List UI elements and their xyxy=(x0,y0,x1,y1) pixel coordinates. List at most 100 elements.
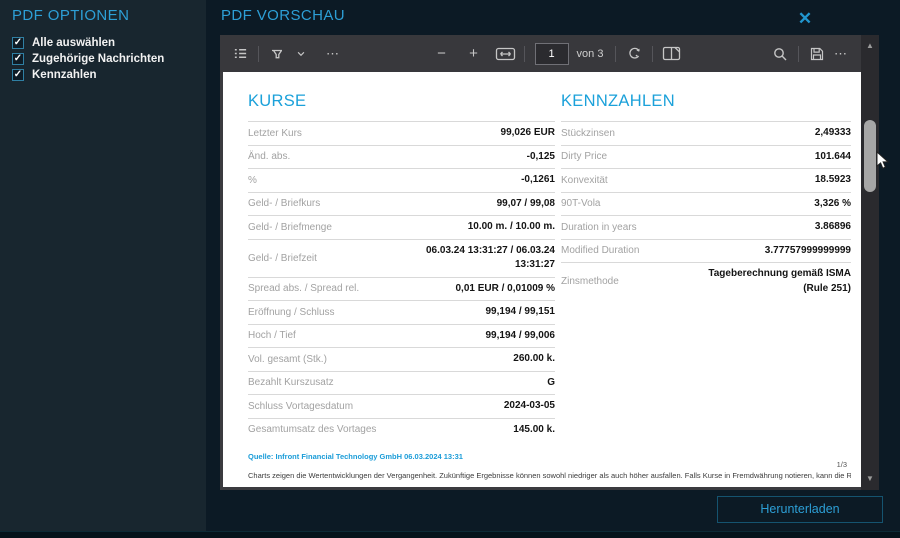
dialog-title: PDF VORSCHAU xyxy=(221,7,345,24)
section-title-kennzahlen: KENNZAHLEN xyxy=(561,92,675,110)
save-button[interactable] xyxy=(805,42,829,66)
field-label: Dirty Price xyxy=(561,151,608,163)
zoom-out-button[interactable]: − xyxy=(430,42,454,66)
table-row: Modified Duration 3.77757999999999 xyxy=(561,238,851,263)
field-label: Letzter Kurs xyxy=(248,127,302,139)
field-value: 260.00 k. xyxy=(513,353,555,364)
more-options-button[interactable]: ⋯ xyxy=(829,42,853,66)
fit-width-button[interactable] xyxy=(494,42,518,66)
scroll-up-button[interactable]: ▲ xyxy=(861,39,879,53)
field-value: 99,194 / 99,006 xyxy=(485,329,555,341)
field-value: 2,49333 xyxy=(814,127,851,138)
table-row: Zinsmethode Tageberechnung gemäß ISMA (Ru… xyxy=(561,262,851,300)
table-row: Gesamtumsatz des Vortages 145.00 k. xyxy=(248,417,555,442)
option-kennzahlen[interactable]: ✓ Kennzahlen xyxy=(12,68,97,82)
field-value: 99,026 EUR xyxy=(500,127,555,138)
viewer-toolbar: ⋯ − + von 3 xyxy=(220,35,861,72)
toolbar-separator xyxy=(258,45,259,62)
field-value: 3,326 % xyxy=(814,197,851,209)
field-label: Bezahlt Kurszusatz xyxy=(248,377,334,389)
field-value: 99,194 / 99,151 xyxy=(485,306,555,317)
option-label: Alle auswählen xyxy=(32,37,116,49)
table-row: Schluss Vortagesdatum 2024-03-05 xyxy=(248,394,555,418)
source-line: Quelle: Infront Financial Technology Gmb… xyxy=(248,452,463,461)
outline-icon xyxy=(234,49,246,58)
two-pages-icon xyxy=(662,46,681,61)
field-label: Vol. gesamt (Stk.) xyxy=(248,353,327,365)
table-row: Geld- / Briefkurs 99,07 / 99,08 xyxy=(248,191,555,216)
select-tool-icon xyxy=(272,49,283,58)
more-tools-button[interactable]: ⋯ xyxy=(321,42,345,66)
field-label: Modified Duration xyxy=(561,245,640,257)
field-label: Änd. abs. xyxy=(248,151,291,163)
viewer-scrollbar[interactable]: ▲ ▼ xyxy=(861,35,879,490)
search-button[interactable] xyxy=(768,42,792,66)
scrollbar-thumb[interactable] xyxy=(864,120,876,192)
table-row: Änd. abs. -0,125 xyxy=(248,144,555,169)
table-row: Geld- / Briefmenge 10.00 m. / 10.00 m. xyxy=(248,215,555,239)
chevron-down-icon xyxy=(297,51,305,56)
option-zugehoerige-nachrichten[interactable]: ✓ Zugehörige Nachrichten xyxy=(12,52,164,66)
checkbox-checked[interactable]: ✓ xyxy=(12,69,24,81)
page-layout-button[interactable] xyxy=(659,42,683,66)
download-button-label: Herunterladen xyxy=(760,502,840,516)
field-value: Tageberechnung gemäß ISMA (Rule 251) xyxy=(708,268,851,294)
scroll-down-icon: ▼ xyxy=(866,474,874,483)
field-label: Duration in years xyxy=(561,221,637,233)
page-number-input[interactable] xyxy=(534,42,569,65)
outline-toggle-button[interactable] xyxy=(228,42,252,66)
table-row: Dirty Price 101.644 xyxy=(561,144,851,169)
checkbox-checked[interactable]: ✓ xyxy=(12,53,24,65)
toolbar-separator xyxy=(615,45,617,62)
field-value: -0,1261 xyxy=(521,174,555,185)
rotate-icon xyxy=(629,47,640,59)
rotate-button[interactable] xyxy=(622,42,646,66)
toolbar-left-group: ⋯ xyxy=(228,42,345,66)
toolbar-right-group: ⋯ xyxy=(768,42,853,66)
table-row: Bezahlt Kurszusatz G xyxy=(248,370,555,395)
field-value: 3.77757999999999 xyxy=(764,244,851,256)
table-row: Geld- / Briefzeit 06.03.24 13:31:27 / 06.… xyxy=(248,238,555,277)
field-value: 99,07 / 99,08 xyxy=(496,197,555,209)
pdf-viewer: ⋯ − + von 3 xyxy=(220,35,879,490)
more-icon: ⋯ xyxy=(833,45,848,61)
table-row: Eröffnung / Schluss 99,194 / 99,151 xyxy=(248,300,555,324)
window-bottom-edge xyxy=(0,531,900,538)
option-label: Zugehörige Nachrichten xyxy=(32,53,165,65)
table-row: Konvexität 18.5923 xyxy=(561,168,851,192)
kennzahlen-section: KENNZAHLEN Stückzinsen 2,49333 Dirty Pric… xyxy=(561,92,851,300)
scroll-down-button[interactable]: ▼ xyxy=(861,472,879,486)
options-panel-title: PDF OPTIONEN xyxy=(12,7,130,24)
close-icon: ✕ xyxy=(797,9,813,28)
option-alle-auswaehlen[interactable]: ✓ Alle auswählen xyxy=(12,36,115,50)
pdf-preview-dialog: PDF OPTIONEN ✓ Alle auswählen ✓ Zugehöri… xyxy=(0,0,900,538)
field-value: 06.03.24 13:31:27 / 06.03.24 13:31:27 xyxy=(426,244,555,271)
page-total-label: von 3 xyxy=(576,47,604,60)
more-icon: ⋯ xyxy=(326,45,340,61)
table-row: Vol. gesamt (Stk.) 260.00 k. xyxy=(248,347,555,371)
field-label: Spread abs. / Spread rel. xyxy=(248,283,360,295)
minus-icon: − xyxy=(437,45,446,62)
toolbar-center-group: − + von 3 xyxy=(430,42,684,66)
table-row: Duration in years 3.86896 xyxy=(561,215,851,239)
close-button[interactable]: ✕ xyxy=(792,7,818,31)
field-label: Gesamtumsatz des Vortages xyxy=(248,424,377,436)
plus-icon: + xyxy=(469,45,478,62)
field-label: Geld- / Briefzeit xyxy=(248,252,317,264)
zoom-in-button[interactable]: + xyxy=(462,42,486,66)
select-tool-dropdown[interactable] xyxy=(289,42,313,66)
field-label: Geld- / Briefkurs xyxy=(248,198,321,210)
scroll-up-icon: ▲ xyxy=(866,41,874,50)
field-label: Geld- / Briefmenge xyxy=(248,221,332,233)
pdf-options-panel: PDF OPTIONEN ✓ Alle auswählen ✓ Zugehöri… xyxy=(0,0,206,531)
checkbox-checked[interactable]: ✓ xyxy=(12,37,24,49)
field-label: Stückzinsen xyxy=(561,127,615,139)
select-tool-button[interactable] xyxy=(265,42,289,66)
download-button[interactable]: Herunterladen xyxy=(717,496,883,523)
table-row: Stückzinsen 2,49333 xyxy=(561,121,851,145)
field-label: Zinsmethode xyxy=(561,276,619,287)
field-value: -0,125 xyxy=(526,150,555,162)
disclaimer-text: Charts zeigen die Wertentwicklungen der … xyxy=(248,471,851,480)
field-value: 3.86896 xyxy=(814,221,851,232)
table-row: Letzter Kurs 99,026 EUR xyxy=(248,121,555,145)
